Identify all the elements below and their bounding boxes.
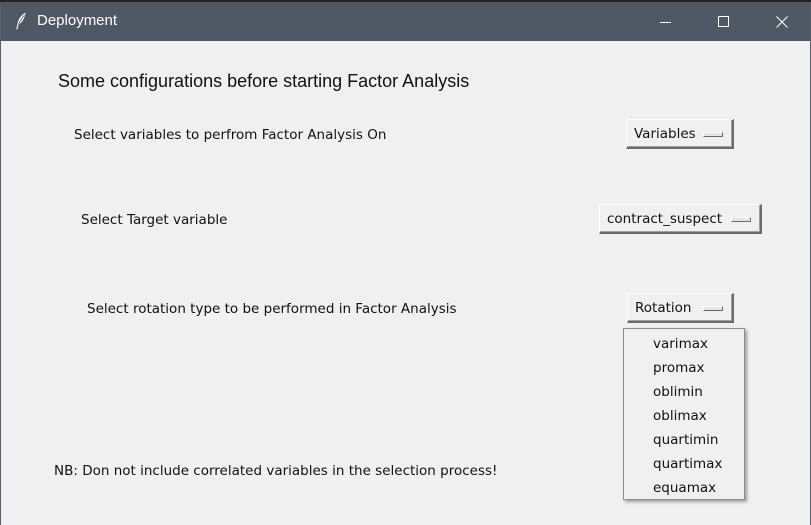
menubutton-indicator-icon	[703, 306, 723, 311]
maximize-icon	[718, 15, 729, 27]
target-variable-menubutton-value: contract_suspect	[607, 210, 723, 227]
minimize-icon	[660, 21, 671, 23]
feather-icon	[15, 12, 27, 30]
content-area: Some configurations before starting Fact…	[1, 41, 810, 525]
close-button[interactable]	[753, 2, 810, 41]
minimize-button[interactable]	[637, 2, 695, 41]
page-title: Some configurations before starting Fact…	[58, 71, 470, 91]
rotation-dropdown-menu: varimax promax oblimin oblimax quartimin…	[623, 328, 745, 500]
rotation-label: Select rotation type to be performed in …	[87, 301, 457, 317]
rotation-option-varimax[interactable]: varimax	[624, 332, 744, 356]
note-text: NB: Don not include correlated variables…	[54, 463, 498, 479]
title-bar[interactable]: Deployment	[1, 2, 810, 41]
rotation-option-oblimin[interactable]: oblimin	[624, 380, 744, 404]
close-icon	[776, 15, 788, 28]
rotation-menubutton-value: Rotation	[635, 299, 692, 316]
rotation-option-quartimin[interactable]: quartimin	[624, 428, 744, 452]
rotation-option-oblimax[interactable]: oblimax	[624, 404, 744, 428]
rotation-menubutton[interactable]: Rotation	[627, 293, 734, 323]
target-variable-menubutton[interactable]: contract_suspect	[599, 204, 762, 234]
variables-label: Select variables to perfrom Factor Analy…	[74, 127, 387, 143]
maximize-button[interactable]	[695, 2, 753, 41]
target-variable-label: Select Target variable	[81, 212, 228, 228]
menubutton-indicator-icon	[703, 132, 723, 137]
menubutton-indicator-icon	[731, 217, 751, 222]
rotation-option-equamax[interactable]: equamax	[624, 476, 744, 500]
variables-menubutton[interactable]: Variables	[626, 119, 734, 149]
variables-menubutton-value: Variables	[634, 125, 696, 142]
window-title: Deployment	[37, 12, 118, 29]
rotation-option-quartimax[interactable]: quartimax	[624, 452, 744, 476]
rotation-option-promax[interactable]: promax	[624, 356, 744, 380]
deployment-window: Deployment Some configurations before st…	[0, 2, 811, 525]
